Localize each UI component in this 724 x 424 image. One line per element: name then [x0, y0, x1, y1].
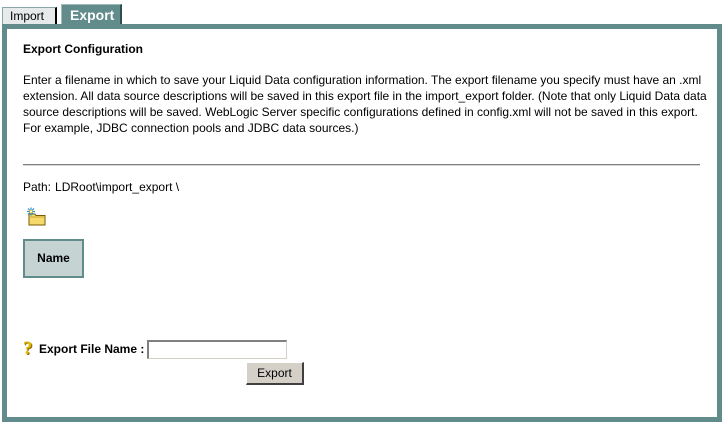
- new-folder-icon[interactable]: [26, 207, 48, 227]
- help-icon[interactable]: ? ?: [23, 338, 38, 360]
- name-column-header[interactable]: Name: [23, 239, 84, 278]
- export-panel: Export Configuration Enter a filename in…: [2, 24, 722, 422]
- export-file-name-input[interactable]: [147, 339, 288, 359]
- page-title: Export Configuration: [23, 42, 143, 56]
- divider: [23, 164, 700, 166]
- export-description: Enter a filename in which to save your L…: [23, 73, 707, 135]
- export-file-row: ? ? Export File Name :: [23, 338, 288, 360]
- tab-export[interactable]: Export: [61, 4, 122, 25]
- path-display: Path: LDRoot\import_export \: [23, 180, 179, 194]
- path-label: Path:: [23, 180, 52, 194]
- tab-import[interactable]: Import: [2, 7, 57, 25]
- path-value: LDRoot\import_export \: [55, 180, 180, 194]
- svg-text:?: ?: [23, 339, 33, 359]
- export-file-name-label: Export File Name :: [39, 342, 145, 356]
- export-button[interactable]: Export: [246, 362, 304, 385]
